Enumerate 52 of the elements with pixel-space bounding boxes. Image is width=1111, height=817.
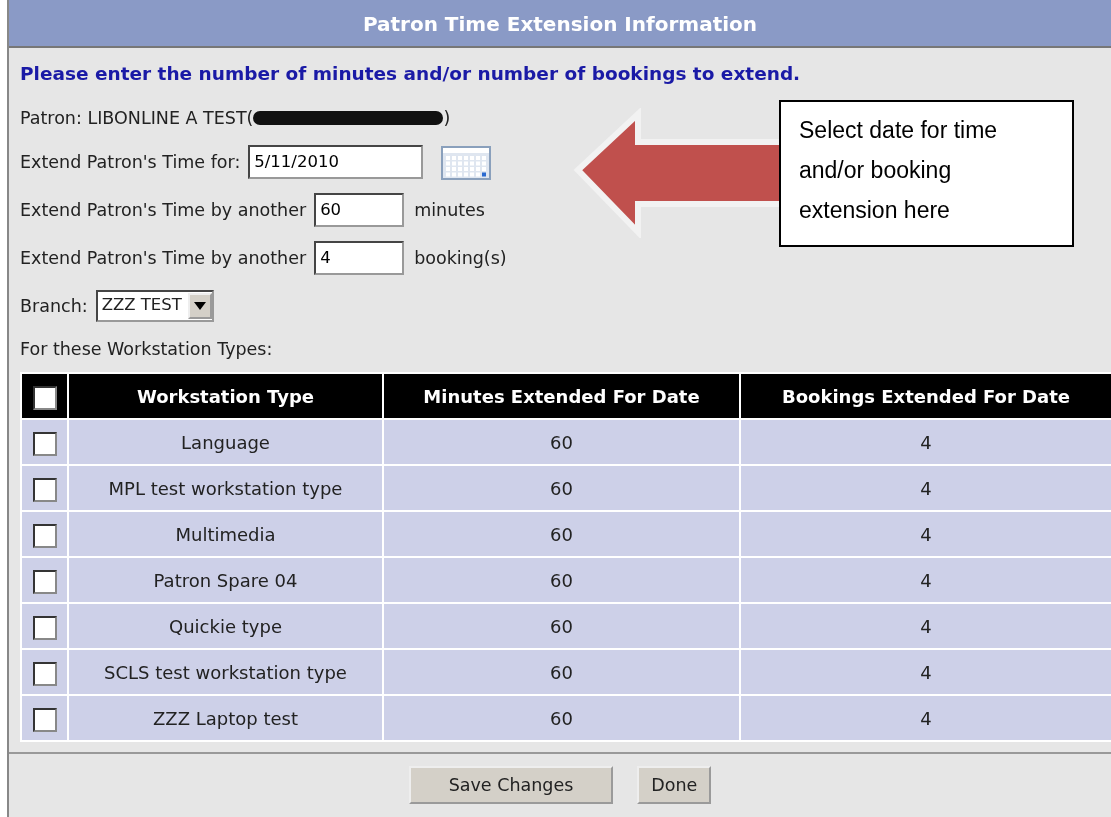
row-checkbox[interactable]: [32, 431, 57, 456]
table-cell: 4: [740, 695, 1111, 741]
branch-dropdown[interactable]: ZZZ TEST: [95, 289, 214, 322]
field-label: Extend Patron's Time by another: [20, 198, 307, 222]
row-checkbox[interactable]: [32, 707, 57, 732]
patron-label: Patron: LIBONLINE A TEST(: [20, 106, 254, 130]
table-caption: For these Workstation Types:: [20, 337, 274, 361]
date-field[interactable]: 5/11/2010: [248, 144, 424, 179]
column-header: Minutes Extended For Date: [383, 373, 740, 419]
table-cell: ZZZ Laptop test: [68, 695, 383, 741]
table-cell: 60: [383, 695, 740, 741]
date-label: Extend Patron's Time for:: [20, 150, 241, 174]
calendar-icon[interactable]: [441, 143, 492, 180]
table-cell: 60: [383, 649, 740, 695]
done-button[interactable]: Done: [637, 766, 712, 805]
window-title: Patron Time Extension Information: [9, 0, 1111, 48]
table-cell: Language: [68, 419, 383, 465]
table-cell: 4: [740, 649, 1111, 695]
row-checkbox[interactable]: [32, 615, 57, 640]
table-cell: 60: [383, 465, 740, 511]
table-cell: Patron Spare 04: [68, 557, 383, 603]
table-cell: 60: [383, 603, 740, 649]
unit-label: booking(s): [414, 246, 507, 270]
bookings-field[interactable]: 4: [314, 240, 405, 275]
row-checkbox[interactable]: [32, 661, 57, 686]
table-cell: 60: [383, 511, 740, 557]
row-checkbox[interactable]: [32, 569, 57, 594]
dropdown-arrow-icon: [193, 301, 206, 310]
table-cell: Quickie type: [68, 603, 383, 649]
instruction-text: Please enter the number of minutes and/or number of bookings to extend.: [20, 62, 802, 86]
save-button[interactable]: Save Changes: [408, 766, 614, 805]
column-header: Workstation Type: [68, 373, 383, 419]
table-cell: 60: [383, 557, 740, 603]
table-cell: 4: [740, 557, 1111, 603]
minutes-field[interactable]: 60: [314, 192, 405, 227]
table-cell: Multimedia: [68, 511, 383, 557]
unit-label: minutes: [414, 198, 485, 222]
branch-label: Branch:: [20, 294, 88, 318]
table-cell: SCLS test workstation type: [68, 649, 383, 695]
callout-text: Select date for time and/or booking extension here: [779, 100, 1074, 247]
closing-parenthesis: ): [443, 106, 451, 130]
table-cell: 4: [740, 465, 1111, 511]
select-all-checkbox[interactable]: [32, 385, 57, 410]
table-cell: 4: [740, 419, 1111, 465]
field-label: Extend Patron's Time by another: [20, 246, 307, 270]
row-checkbox[interactable]: [32, 477, 57, 502]
table-cell: 4: [740, 603, 1111, 649]
column-header: Bookings Extended For Date: [740, 373, 1111, 419]
table-cell: 4: [740, 511, 1111, 557]
table-cell: 60: [383, 419, 740, 465]
table-cell: MPL test workstation type: [68, 465, 383, 511]
row-checkbox[interactable]: [32, 523, 57, 548]
